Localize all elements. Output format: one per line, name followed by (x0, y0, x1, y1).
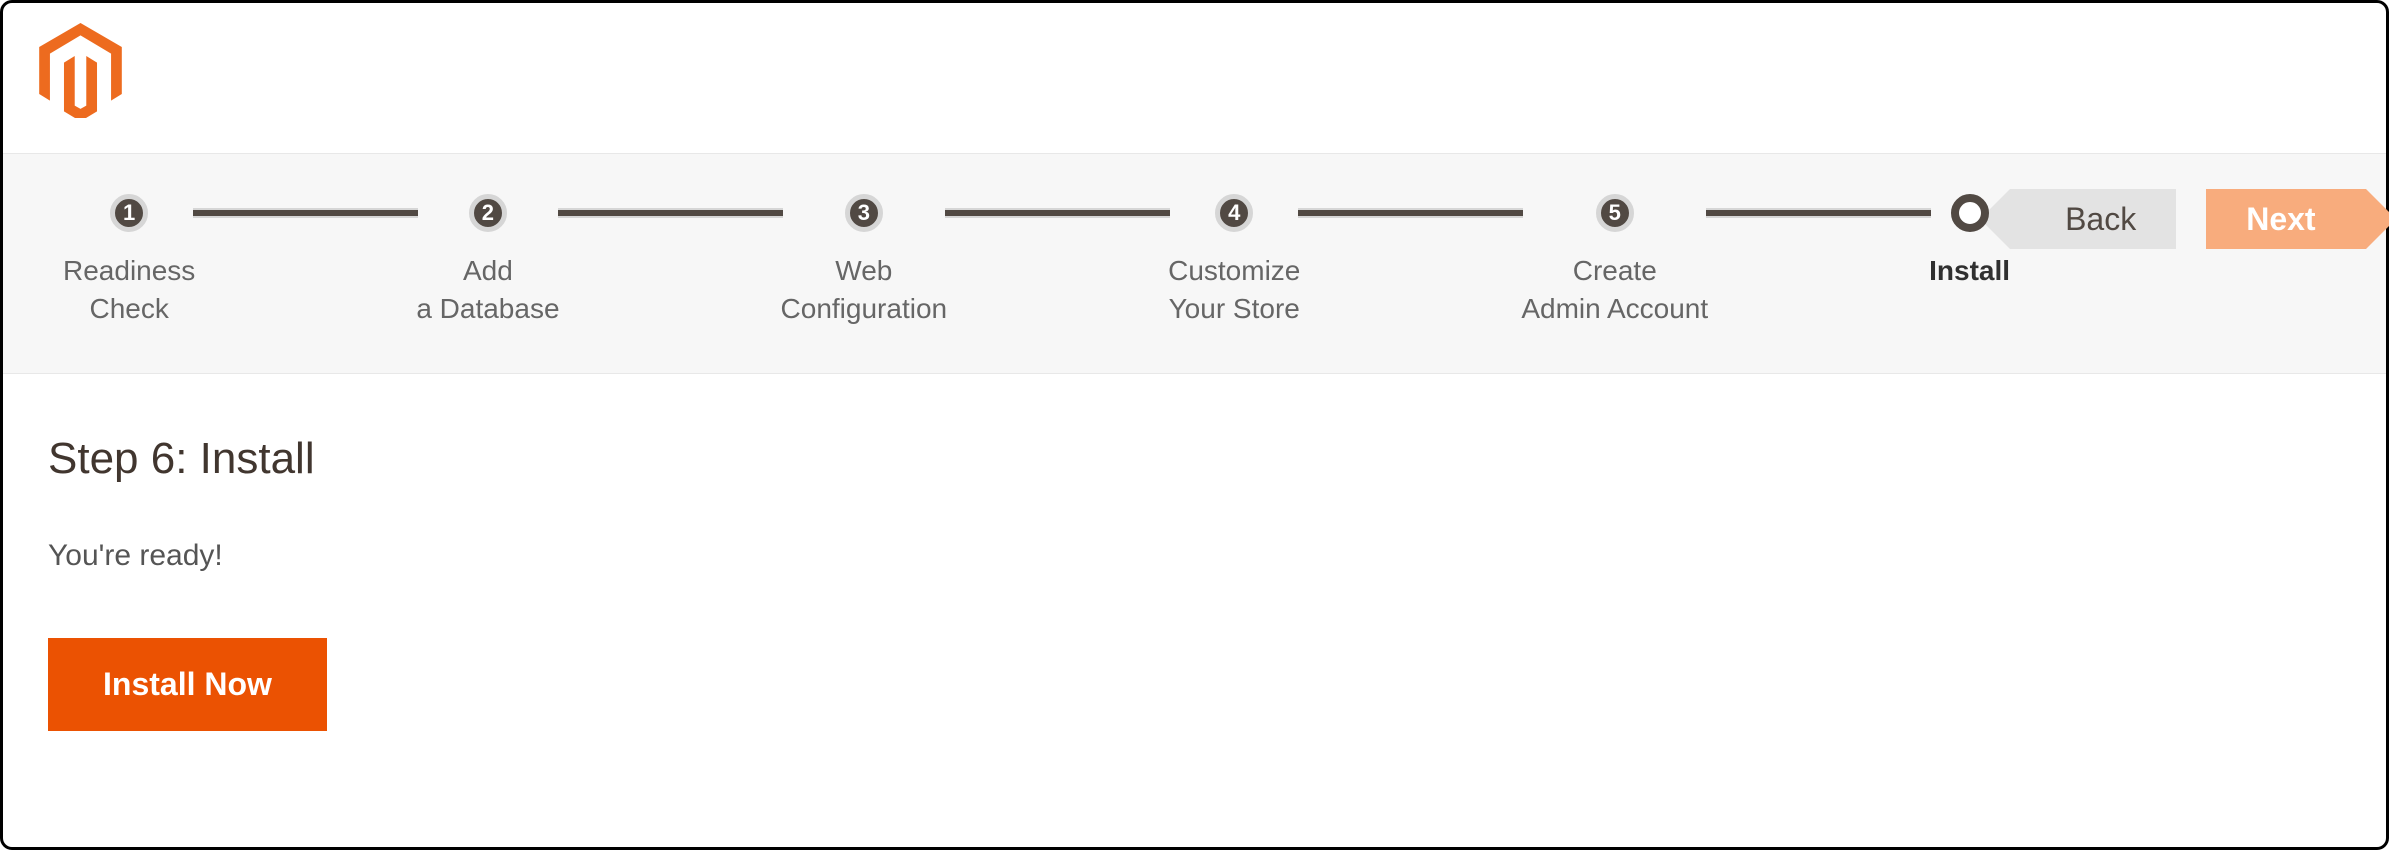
step-label: Readiness Check (63, 252, 195, 328)
step-connector (558, 208, 783, 218)
step-number: 2 (469, 194, 507, 232)
step-number: 5 (1596, 194, 1634, 232)
step-add-database[interactable]: 2 Add a Database (416, 194, 559, 328)
step-connector (1298, 208, 1523, 218)
back-button[interactable]: Back (2010, 189, 2176, 249)
step-readiness-check[interactable]: 1 Readiness Check (63, 194, 195, 328)
progress-wizard: 1 Readiness Check 2 Add a Database 3 Web… (3, 153, 2386, 374)
step-label: Install (1929, 252, 2010, 290)
step-current-marker (1951, 194, 1989, 232)
step-label: Add a Database (416, 252, 559, 328)
step-number: 4 (1215, 194, 1253, 232)
step-connector (945, 208, 1170, 218)
content: Step 6: Install You're ready! Install No… (3, 374, 2386, 771)
step-connector (193, 208, 418, 218)
install-now-button[interactable]: Install Now (48, 638, 327, 731)
step-label: Web Configuration (781, 252, 948, 328)
step-customize-store[interactable]: 4 Customize Your Store (1168, 194, 1300, 328)
step-create-admin[interactable]: 5 Create Admin Account (1521, 194, 1708, 328)
step-number: 1 (110, 194, 148, 232)
ready-text: You're ready! (48, 539, 2341, 573)
step-label: Customize Your Store (1168, 252, 1300, 328)
header (3, 3, 2386, 153)
step-label: Create Admin Account (1521, 252, 1708, 328)
step-connector (1706, 208, 1931, 218)
steps-track: 1 Readiness Check 2 Add a Database 3 Web… (63, 194, 2010, 328)
page-title: Step 6: Install (48, 434, 2341, 484)
step-web-configuration[interactable]: 3 Web Configuration (781, 194, 948, 328)
magento-logo-icon (38, 23, 123, 118)
step-number: 3 (845, 194, 883, 232)
next-button[interactable]: Next (2206, 189, 2365, 249)
nav-buttons: Back Next (2010, 189, 2366, 249)
